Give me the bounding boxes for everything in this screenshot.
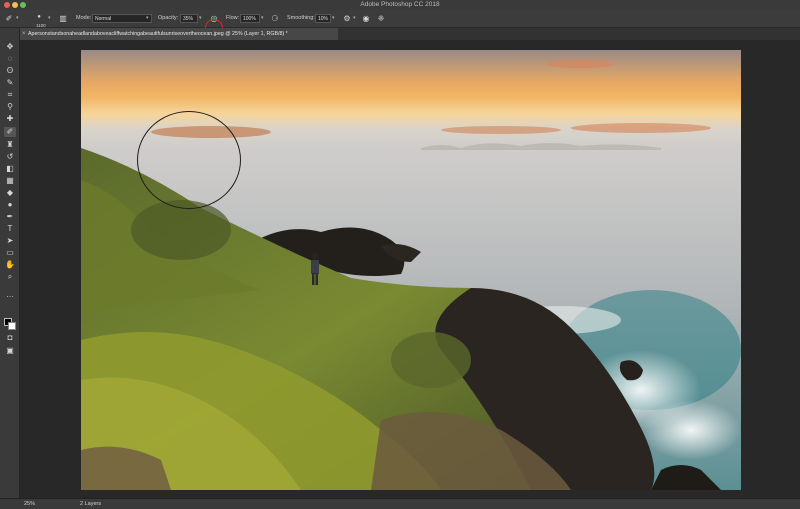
document-tab[interactable]: × Apersonstandsonaheadlandaboveacliffwat… bbox=[20, 28, 338, 40]
crop-tool-icon[interactable]: ⌗ bbox=[4, 90, 16, 100]
status-bar: 25% 2 Layers bbox=[0, 498, 800, 509]
opacity-dropdown-icon[interactable]: ▾ bbox=[199, 15, 202, 21]
opacity-field[interactable]: 35% bbox=[180, 14, 198, 23]
marquee-tool-icon[interactable]: ◌ bbox=[4, 54, 16, 64]
tab-close-icon[interactable]: × bbox=[22, 28, 26, 40]
flow-label: Flow: bbox=[226, 15, 240, 21]
brush-tool-icon[interactable]: ✐ bbox=[4, 127, 16, 137]
smoothing-field[interactable]: 10% bbox=[315, 14, 331, 23]
document-tab-bar: × Apersonstandsonaheadlandaboveacliffwat… bbox=[20, 28, 800, 40]
symmetry-icon[interactable]: ❈ bbox=[376, 14, 386, 24]
pen-tool-icon[interactable]: ✒ bbox=[4, 212, 16, 222]
lasso-tool-icon[interactable]: ʘ bbox=[4, 66, 16, 76]
hand-tool-icon[interactable]: ✋ bbox=[4, 260, 16, 270]
brush-tool-preset-icon[interactable]: ✐ bbox=[4, 14, 14, 24]
opacity-label: Opacity: bbox=[158, 15, 179, 21]
smoothing-dropdown-icon[interactable]: ▾ bbox=[332, 15, 335, 21]
title-bar: Adobe Photoshop CC 2018 bbox=[0, 0, 800, 10]
pressure-size-icon[interactable]: ◉ bbox=[361, 14, 371, 24]
blur-tool-icon[interactable]: ◆ bbox=[4, 188, 16, 198]
dodge-tool-icon[interactable]: ● bbox=[4, 200, 16, 210]
eraser-tool-icon[interactable]: ◧ bbox=[4, 164, 16, 174]
zoom-tool-icon[interactable]: ⌕ bbox=[4, 272, 16, 282]
path-selection-tool-icon[interactable]: ➤ bbox=[4, 236, 16, 246]
zoom-level[interactable]: 25% bbox=[24, 501, 35, 507]
settings-gear-icon[interactable]: ⚙ bbox=[342, 14, 352, 24]
eyedropper-tool-icon[interactable]: ⚲ bbox=[4, 102, 16, 112]
document-tab-title: Apersonstandsonaheadlandaboveacliffwatch… bbox=[28, 31, 288, 37]
background-color-swatch[interactable] bbox=[8, 322, 16, 330]
screen-mode-icon[interactable]: ▣ bbox=[4, 346, 16, 356]
edit-toolbar-icon[interactable]: … bbox=[4, 290, 16, 300]
move-tool-icon[interactable]: ✥ bbox=[4, 42, 16, 52]
mode-label: Mode: bbox=[76, 15, 92, 21]
flow-field[interactable]: 100% bbox=[240, 14, 260, 23]
brush-cursor bbox=[137, 111, 241, 209]
brush-settings-panel-icon[interactable]: ▥ bbox=[58, 14, 68, 24]
quick-mask-icon[interactable]: ◘ bbox=[4, 333, 16, 343]
app-title: Adobe Photoshop CC 2018 bbox=[360, 1, 440, 8]
clone-stamp-tool-icon[interactable]: ♜ bbox=[4, 140, 16, 150]
blend-mode-dropdown-icon[interactable]: ▾ bbox=[146, 15, 149, 21]
document-info[interactable]: 2 Layers bbox=[80, 501, 101, 507]
brush-picker-dropdown-icon[interactable]: ▾ bbox=[48, 15, 51, 21]
smoothing-label: Smoothing: bbox=[287, 15, 315, 21]
flow-dropdown-icon[interactable]: ▾ bbox=[261, 15, 264, 21]
settings-dropdown-icon[interactable]: ▾ bbox=[353, 15, 356, 21]
tool-preset-dropdown-icon[interactable]: ▾ bbox=[16, 15, 19, 21]
options-bar: ✐ ▾ ● 1100 ▾ ▥ Mode: Normal ▾ Opacity: 3… bbox=[0, 10, 800, 37]
canvas-workspace[interactable] bbox=[20, 40, 800, 498]
shape-tool-icon[interactable]: ▭ bbox=[4, 248, 16, 258]
gradient-tool-icon[interactable]: ▦ bbox=[4, 176, 16, 186]
tools-panel: ✥ ◌ ʘ ✎ ⌗ ⚲ ✚ ✐ ♜ ↺ ◧ ▦ ◆ ● ✒ T ➤ ▭ ✋ ⌕ … bbox=[0, 28, 20, 498]
healing-brush-tool-icon[interactable]: ✚ bbox=[4, 114, 16, 124]
quick-select-tool-icon[interactable]: ✎ bbox=[4, 78, 16, 88]
airbrush-icon[interactable]: ⚆ bbox=[270, 14, 280, 24]
history-brush-tool-icon[interactable]: ↺ bbox=[4, 152, 16, 162]
type-tool-icon[interactable]: T bbox=[4, 224, 16, 234]
blend-mode-select[interactable]: Normal bbox=[92, 14, 152, 23]
brush-preset-picker[interactable]: ● bbox=[34, 12, 44, 22]
